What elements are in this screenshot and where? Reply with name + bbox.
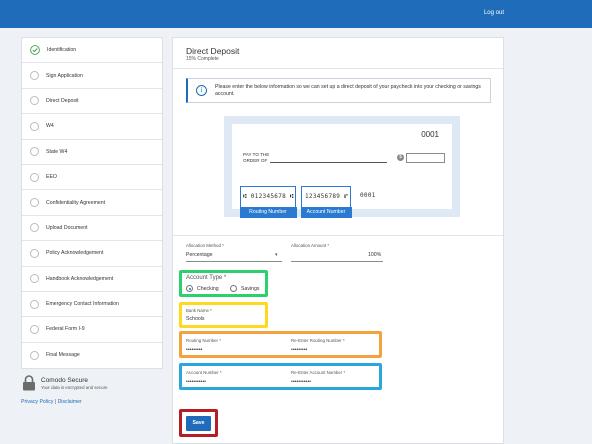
sidebar-item-label: Upload Document	[46, 224, 88, 231]
account-micr: 123456789 ⑈	[305, 193, 349, 200]
sidebar-item-label: W4	[46, 123, 54, 130]
lock-icon	[23, 375, 35, 391]
reenter-account-field[interactable]: •••••••••••	[291, 379, 311, 385]
account-number-highlight	[179, 363, 382, 390]
sidebar-item-label: State W4	[46, 148, 68, 155]
pay-to-line1: PAY TO THE	[243, 152, 270, 157]
check-number-micr: 0001	[360, 192, 376, 199]
sidebar-item-eeo[interactable]: EEO	[22, 165, 162, 191]
allocation-method-label: Allocation Method *	[186, 243, 224, 248]
divider	[173, 68, 503, 69]
disclaimer-link[interactable]: Disclaimer	[58, 399, 82, 405]
step-circle-icon	[30, 96, 39, 106]
check-number: 0001	[421, 130, 439, 139]
info-text: Please enter the below information so we…	[215, 84, 481, 97]
footer-links: Privacy Policy | Disclaimer	[21, 399, 82, 405]
sidebar-item-handbook-acknowledgement[interactable]: Handbook Acknowledgement	[22, 267, 162, 292]
field-underline	[186, 261, 282, 262]
step-circle-icon	[30, 324, 39, 334]
account-number-marker: 123456789 ⑈ Account Number	[300, 186, 352, 218]
step-circle-icon	[30, 248, 39, 258]
pay-to-label: PAY TO THE ORDER OF	[243, 152, 269, 163]
sidebar-item-label: Policy Acknowledgement	[46, 250, 104, 257]
routing-micr: ⑆ 012345678 ⑆	[243, 193, 294, 200]
routing-number-marker: ⑆ 012345678 ⑆ Routing Number	[239, 186, 297, 218]
checking-radio-label[interactable]: Checking	[197, 286, 219, 292]
page-title: Direct Deposit	[186, 46, 240, 56]
divider	[173, 235, 503, 236]
step-circle-icon	[30, 71, 39, 81]
logout-link[interactable]: Log out	[484, 10, 504, 16]
direct-deposit-panel: Direct Deposit 15% Complete i Please ent…	[172, 37, 504, 444]
allocation-amount-label: Allocation Amount *	[291, 243, 330, 248]
sidebar-item-label: Emergency Contact Information	[46, 301, 119, 308]
routing-number-label: Routing Number *	[186, 338, 221, 343]
top-bar: Log out	[0, 0, 592, 28]
step-circle-icon	[30, 198, 39, 208]
chevron-down-icon[interactable]: ▾	[275, 252, 278, 258]
routing-number-label: Routing Number	[239, 206, 297, 218]
sidebar-steps: Identification Sign Application Direct D…	[21, 37, 163, 370]
sidebar-item-label: Confidentiality Agreement	[46, 199, 106, 206]
step-circle-icon	[30, 274, 39, 284]
progress-text: 15% Complete	[186, 56, 219, 62]
allocation-amount-field[interactable]: 100%	[368, 252, 381, 258]
bank-name-label: Bank Name *	[186, 308, 212, 313]
field-underline	[291, 261, 383, 262]
sidebar-item-label: Direct Deposit	[46, 97, 79, 104]
sidebar-item-label: Identification	[47, 47, 77, 54]
step-circle-icon	[30, 172, 39, 182]
check-illustration: 0001 PAY TO THE ORDER OF $ ⑆ 012345678 ⑆…	[224, 116, 460, 218]
secure-subtitle: Your data is encrypted and secure	[41, 385, 108, 390]
step-circle-icon	[30, 223, 39, 233]
sidebar-item-federal-form-i9[interactable]: Federal Form I-9	[22, 317, 162, 343]
routing-number-field[interactable]: •••••••••	[186, 347, 202, 353]
check-image: 0001 PAY TO THE ORDER OF $ ⑆ 012345678 ⑆…	[232, 124, 452, 218]
dollar-icon: $	[397, 154, 404, 161]
reenter-routing-field[interactable]: •••••••••	[291, 347, 307, 353]
routing-number-highlight	[179, 331, 382, 358]
amount-box	[406, 153, 445, 163]
pay-to-line2: ORDER OF	[243, 157, 268, 163]
sidebar-item-final-message[interactable]: Final Message	[22, 343, 162, 368]
step-circle-icon	[30, 121, 39, 131]
sidebar-item-label: EEO	[46, 174, 57, 181]
bank-name-field[interactable]: Schools	[186, 316, 204, 322]
info-icon: i	[196, 85, 207, 96]
bank-name-highlight	[179, 302, 268, 328]
step-circle-icon	[30, 299, 39, 309]
step-circle-icon	[30, 350, 39, 360]
reenter-routing-label: Re-Enter Routing Number *	[291, 338, 345, 343]
step-circle-icon	[30, 147, 39, 157]
footer-separator: |	[54, 399, 57, 405]
sidebar-item-policy-acknowledgement[interactable]: Policy Acknowledgement	[22, 241, 162, 267]
sidebar-item-sign-application[interactable]: Sign Application	[22, 63, 162, 89]
checking-radio[interactable]	[186, 285, 193, 292]
info-box: i Please enter the below information so …	[186, 78, 491, 103]
save-button[interactable]: Save	[186, 416, 211, 431]
sidebar-item-confidentiality-agreement[interactable]: Confidentiality Agreement	[22, 190, 162, 216]
allocation-method-select[interactable]: Percentage	[186, 252, 213, 258]
account-number-label: Account Number	[300, 206, 352, 218]
sidebar-item-emergency-contact[interactable]: Emergency Contact Information	[22, 292, 162, 318]
savings-radio[interactable]	[230, 285, 237, 292]
checkmark-circle-icon	[30, 45, 40, 56]
account-number-label: Account Number *	[186, 370, 222, 375]
sidebar-item-identification[interactable]: Identification	[22, 38, 162, 64]
privacy-policy-link[interactable]: Privacy Policy	[21, 399, 53, 405]
account-number-field[interactable]: •••••••••••	[186, 379, 206, 385]
sidebar-item-label: Sign Application	[46, 72, 83, 79]
savings-radio-label[interactable]: Savings	[241, 286, 259, 292]
sidebar-item-direct-deposit[interactable]: Direct Deposit	[22, 89, 162, 115]
sidebar-item-state-w4[interactable]: State W4	[22, 140, 162, 165]
sidebar-item-w4[interactable]: W4	[22, 114, 162, 140]
sidebar-item-label: Handbook Acknowledgement	[46, 275, 114, 282]
sidebar-item-label: Federal Form I-9	[46, 326, 85, 333]
sidebar-item-upload-document[interactable]: Upload Document	[22, 216, 162, 242]
secure-title: Comodo Secure	[41, 377, 88, 384]
sidebar-item-label: Final Message	[46, 352, 80, 359]
account-type-label: Account Type *	[186, 275, 227, 281]
reenter-account-label: Re-Enter Account Number *	[291, 370, 346, 375]
payee-line	[270, 162, 387, 163]
